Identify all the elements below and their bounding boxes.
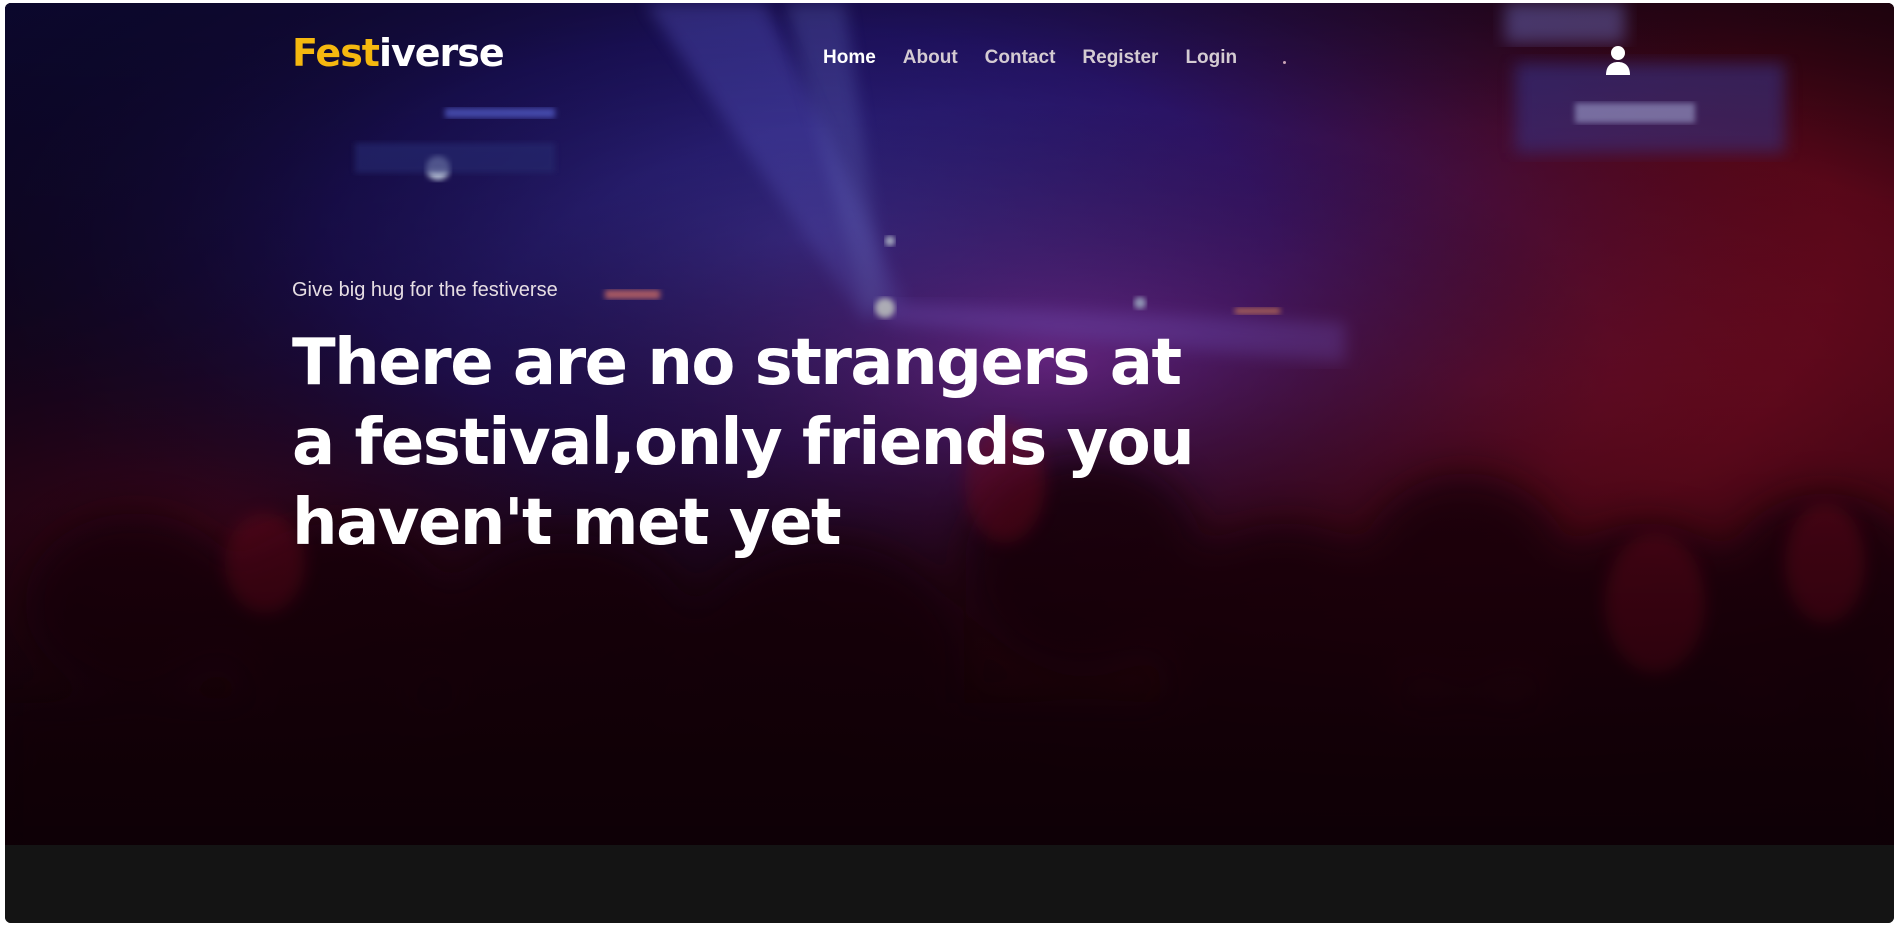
hero-headline: There are no strangers at a festival,onl… — [292, 326, 1195, 560]
hero-tagline: Give big hug for the festiverse — [292, 279, 558, 301]
hero-section: Festiverse Home About Contact Register L… — [5, 3, 1894, 845]
main-nav: Home About Contact Register Login — [823, 48, 1237, 67]
logo-rest-text: iverse — [378, 31, 505, 75]
page-bottom-strip — [5, 845, 1894, 923]
brand-logo[interactable]: Festiverse — [292, 31, 505, 75]
logo-accent-text: Fest — [292, 31, 380, 75]
nav-item-about[interactable]: About — [903, 48, 958, 67]
nav-item-contact[interactable]: Contact — [985, 48, 1056, 67]
nav-item-home[interactable]: Home — [823, 48, 876, 67]
nav-item-login[interactable]: Login — [1185, 48, 1237, 67]
browser-viewport: Festiverse Home About Contact Register L… — [5, 3, 1894, 923]
nav-item-register[interactable]: Register — [1082, 48, 1158, 67]
user-icon — [1606, 46, 1630, 75]
user-account-button[interactable] — [1603, 44, 1633, 76]
nav-dot — [1283, 61, 1286, 64]
